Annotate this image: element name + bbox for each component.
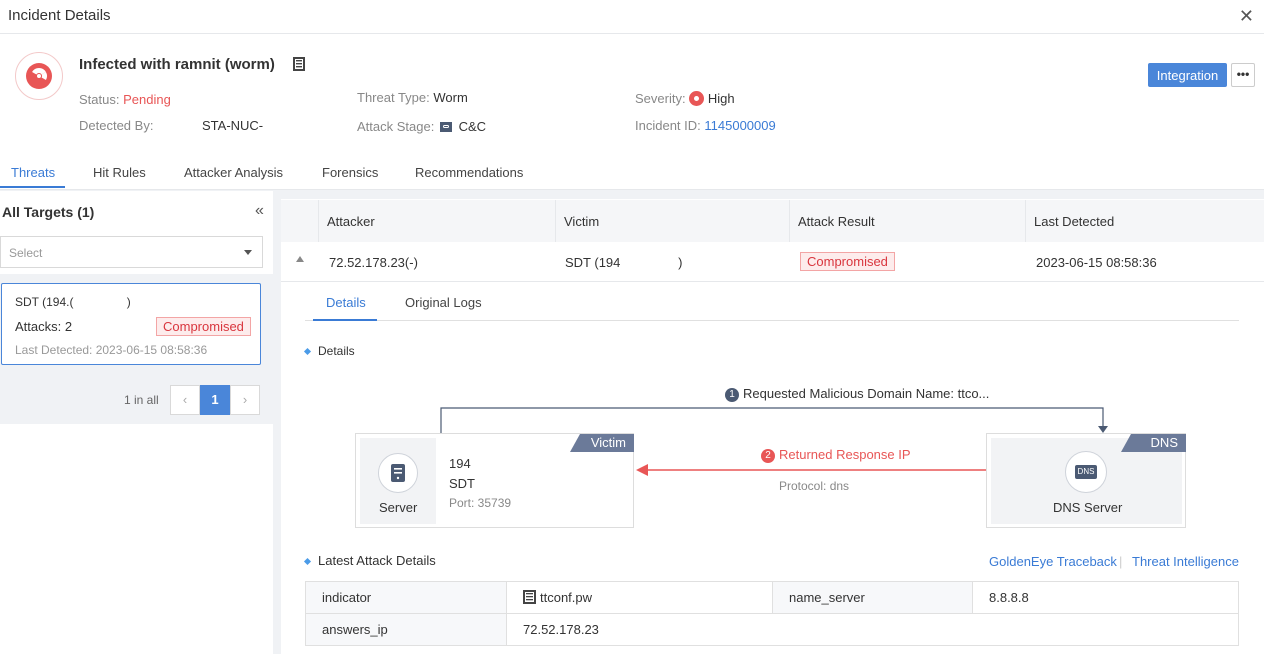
- step-1-label: 1 Requested Malicious Domain Name: ttco..…: [725, 386, 989, 402]
- key-indicator: indicator: [305, 581, 507, 614]
- victim-ip: 194: [449, 456, 471, 471]
- step-2-number: 2: [761, 449, 775, 463]
- victim-role: Server: [379, 500, 418, 515]
- goldeneye-traceback-link[interactable]: GoldenEye Traceback: [989, 554, 1117, 569]
- step-2-text: Returned Response IP: [779, 447, 911, 462]
- value-name-server: 8.8.8.8: [972, 581, 1239, 614]
- dns-icon-label: DNS: [1075, 465, 1097, 479]
- latest-section-title: Latest Attack Details: [303, 553, 436, 568]
- link-separator: |: [1119, 554, 1123, 569]
- key-name-server: name_server: [772, 581, 973, 614]
- step-1-number: 1: [725, 388, 739, 402]
- table-row: indicator ttconf.pw name_server 8.8.8.8: [305, 581, 1239, 614]
- victim-port: Port: 35739: [449, 496, 512, 510]
- value-answers-ip: 72.52.178.23: [506, 613, 1239, 646]
- dns-ribbon: DNS: [1121, 434, 1186, 452]
- dns-node[interactable]: DNS DNS Server DNS: [986, 433, 1186, 528]
- server-icon: [378, 453, 418, 493]
- threat-intelligence-link[interactable]: Threat Intelligence: [1132, 554, 1239, 569]
- indicator-value: ttconf.pw: [540, 590, 593, 605]
- document-icon: [523, 590, 536, 604]
- step-2-label: 2 Returned Response IP: [761, 447, 911, 463]
- bullet-icon: [303, 558, 312, 566]
- dns-server-icon: DNS: [1065, 451, 1107, 493]
- dns-role: DNS Server: [1053, 500, 1123, 515]
- key-answers-ip: answers_ip: [305, 613, 507, 646]
- victim-ribbon: Victim: [570, 434, 634, 452]
- attack-details-table: indicator ttconf.pw name_server 8.8.8.8 …: [305, 581, 1239, 646]
- victim-name: SDT: [449, 476, 475, 491]
- step-1-text: Requested Malicious Domain Name: ttco...: [743, 386, 990, 401]
- value-indicator: ttconf.pw: [506, 581, 773, 614]
- victim-node[interactable]: Server 194 SDT Port: 35739 Victim: [355, 433, 634, 528]
- table-row: answers_ip 72.52.178.23: [305, 613, 1239, 646]
- protocol-label: Protocol: dns: [779, 479, 850, 493]
- latest-title: Latest Attack Details: [318, 553, 436, 568]
